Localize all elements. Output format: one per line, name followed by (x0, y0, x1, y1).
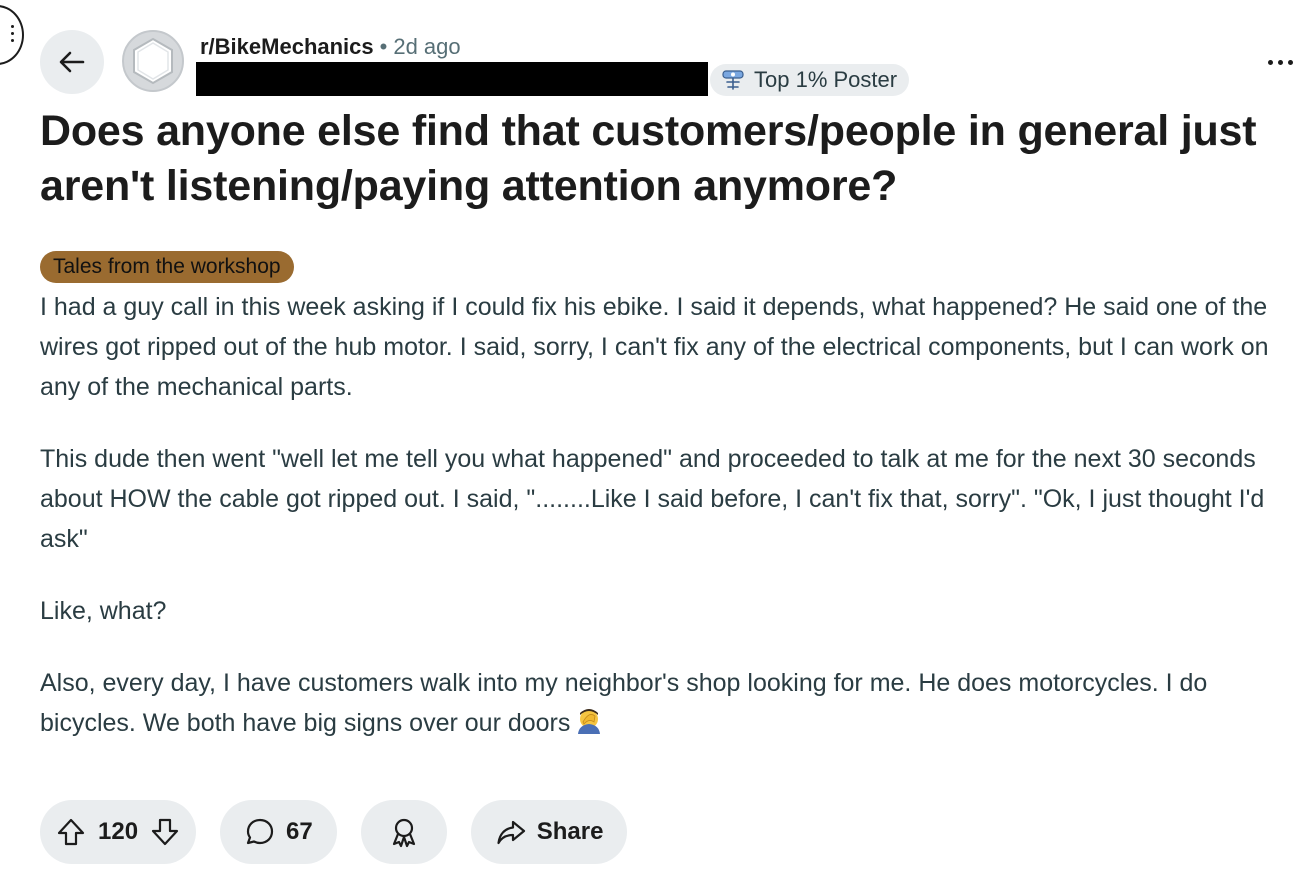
meta-separator: • (379, 34, 388, 59)
comments-button[interactable]: 67 (220, 800, 337, 864)
side-menu-button[interactable] (0, 5, 24, 65)
post-time: 2d ago (393, 34, 461, 59)
kebab-icon (11, 25, 15, 46)
post-actions: 120 67 Share (40, 800, 628, 864)
award-button[interactable] (360, 800, 447, 864)
share-icon (497, 820, 525, 845)
post-body: I had a guy call in this week asking if … (40, 287, 1290, 779)
post-meta: r/BikeMechanics • 2d ago (200, 33, 461, 61)
vote-control: 120 (40, 800, 197, 864)
comment-count: 67 (286, 818, 313, 845)
downvote-icon[interactable] (150, 817, 180, 847)
post-flair[interactable]: Tales from the workshop (40, 251, 294, 283)
share-label: Share (536, 818, 604, 845)
back-button[interactable] (40, 30, 104, 94)
post-paragraph: This dude then went "well let me tell yo… (40, 445, 1265, 553)
subreddit-link[interactable]: r/BikeMechanics (200, 34, 374, 59)
user-flair-label: Top 1% Poster (754, 67, 898, 92)
award-icon (392, 818, 415, 848)
subreddit-avatar[interactable] (122, 30, 184, 92)
face-palm-emoji (574, 707, 604, 747)
comment-icon (246, 818, 274, 845)
moderator-badge-icon (722, 70, 744, 90)
post-paragraph: I had a guy call in this week asking if … (40, 293, 1269, 401)
subreddit-avatar-icon (133, 37, 173, 85)
share-button[interactable]: Share (470, 800, 628, 864)
post-paragraph-last: Also, every day, I have customers walk i… (40, 663, 1290, 747)
redacted-username (196, 62, 708, 96)
user-flair-badge: Top 1% Poster (710, 64, 910, 96)
more-options-icon[interactable] (1268, 56, 1300, 68)
post-paragraph: Like, what? (40, 597, 167, 625)
post-title: Does anyone else find that customers/peo… (40, 107, 1257, 210)
back-arrow-icon (59, 51, 85, 73)
post-paragraph-text: Also, every day, I have customers walk i… (40, 669, 1208, 737)
upvote-icon[interactable] (56, 817, 86, 847)
upvote-count: 120 (98, 818, 139, 845)
